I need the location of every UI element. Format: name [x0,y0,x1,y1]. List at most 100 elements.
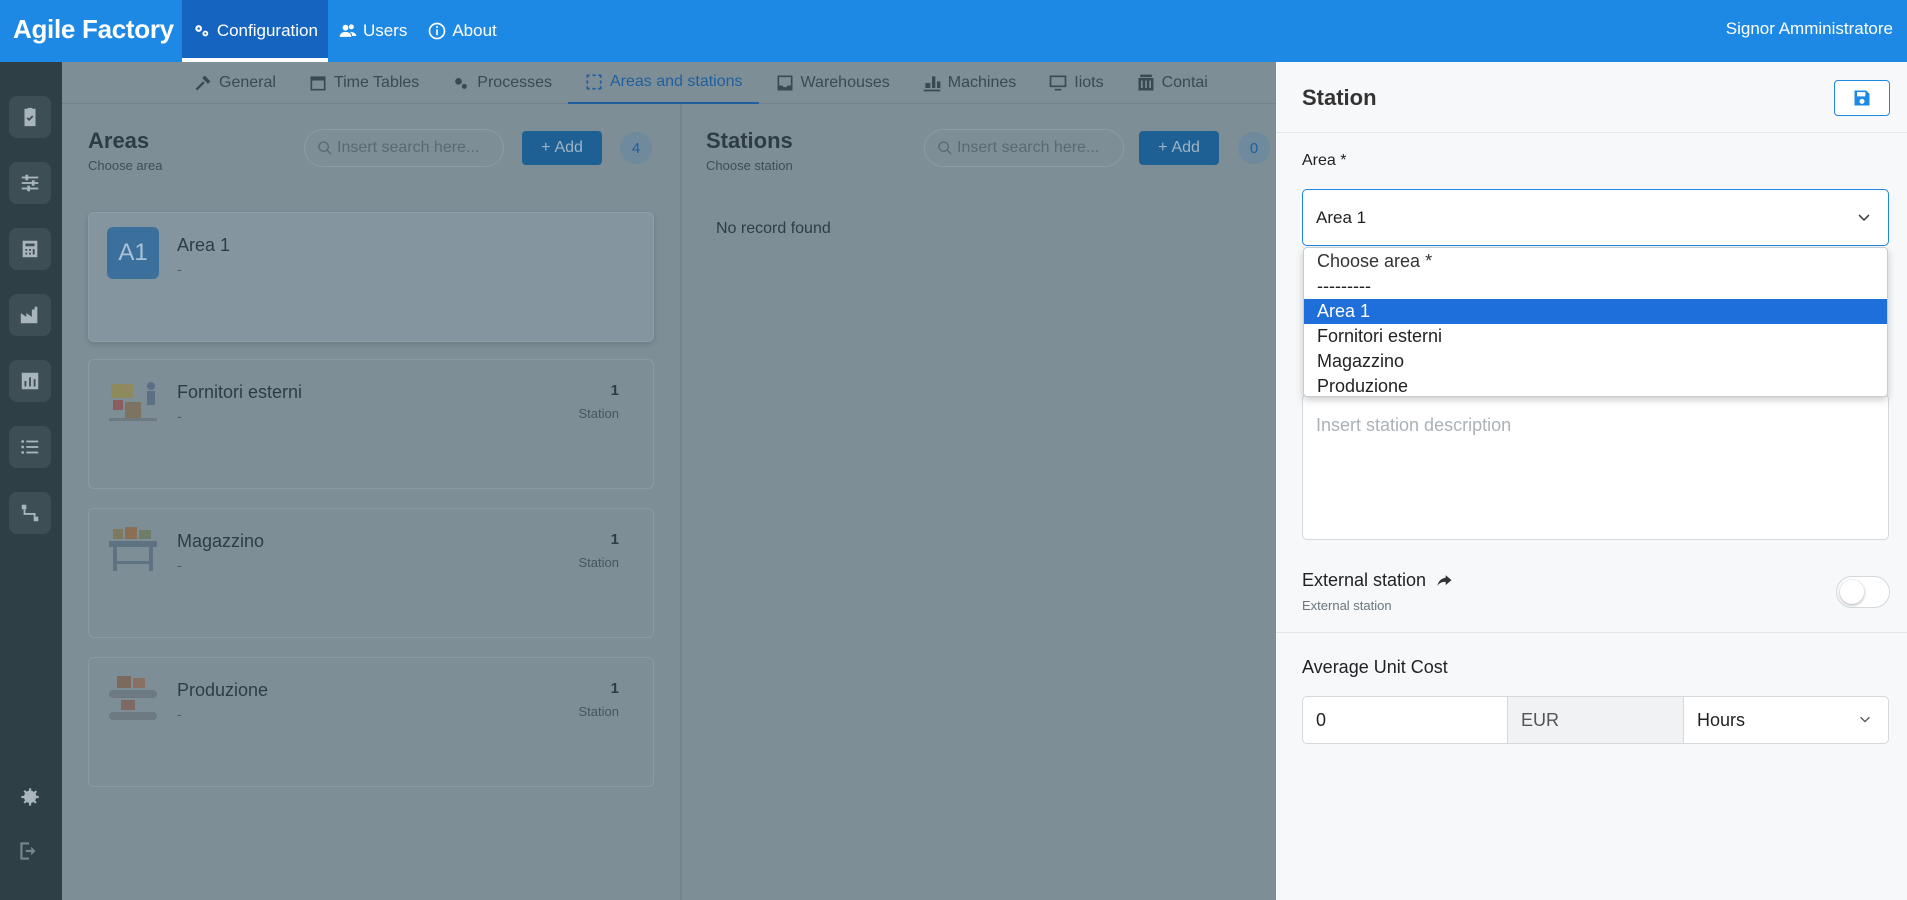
area-field-label: Area * [1302,152,1347,169]
sidebar-workflow[interactable] [9,492,51,534]
stations-count-badge: 0 [1238,132,1270,164]
container-icon [1138,74,1154,90]
area-name: Produzione [177,680,269,700]
area-option-selected[interactable]: Area 1 [1304,299,1887,324]
area-select-value: Area 1 [1316,207,1367,227]
workbench-icon [109,527,157,571]
station-count: 1 [610,382,619,399]
sidebar-production[interactable] [9,228,51,270]
cost-value-input[interactable]: 0 [1303,697,1508,743]
area-option[interactable]: Produzione [1304,374,1887,399]
sidebar-factory[interactable] [9,294,51,336]
area-avatar: A1 [107,227,159,279]
plus-icon: + [541,139,551,156]
add-station-button[interactable]: + Add [1139,131,1219,165]
user-menu[interactable]: Signor Amministratore [1726,0,1907,62]
stations-search-placeholder: Insert search here... [957,139,1100,156]
sidebar-planning[interactable] [9,162,51,204]
save-button[interactable] [1834,80,1890,116]
area-card[interactable]: Produzione - 1 Station [88,657,654,787]
average-unit-cost-title: Average Unit Cost [1302,657,1448,677]
nav-users[interactable]: Users [328,0,417,62]
areas-search-input[interactable]: Insert search here... [304,129,504,167]
warehouse-shelf-icon [109,382,157,421]
tab-warehouses[interactable]: Warehouses [759,62,906,104]
add-area-button[interactable]: + Add [522,131,602,165]
station-count-label: Station [578,406,619,421]
add-station-label: Add [1171,139,1200,156]
gears-icon [455,77,468,89]
tab-containers-label: Contai [1161,73,1208,91]
section-divider [1276,632,1907,633]
tab-areas-and-stations[interactable]: Areas and stations [568,62,759,104]
monitor-icon [1049,75,1067,90]
area-description: - [177,557,182,573]
stations-title: Stations [706,128,793,153]
tab-processes-label: Processes [477,73,552,91]
station-description-textarea[interactable]: Insert station description [1302,394,1889,540]
info-icon [429,22,446,40]
area-card[interactable]: Magazzino - 1 Station [88,508,654,638]
area-option[interactable]: Choose area * [1304,249,1887,274]
tools-icon [195,75,211,90]
app-title[interactable]: Agile Factory [0,0,182,62]
areas-search-placeholder: Insert search here... [337,139,480,156]
unit-select[interactable]: Hours [1684,697,1888,743]
area-option[interactable]: Fornitori esterni [1304,324,1887,349]
list-icon [21,440,39,454]
area-name: Magazzino [177,531,265,551]
left-sidebar [0,62,62,900]
station-drawer: Station Area * Area 1 Insert station des… [1276,62,1907,900]
area-option[interactable]: Magazzino [1304,349,1887,374]
area-option[interactable]: --------- [1304,274,1887,299]
nav-about[interactable]: About [417,0,506,62]
tab-machines[interactable]: Machines [906,62,1032,104]
sidebar-analytics[interactable] [9,360,51,402]
tab-general-label: General [219,73,276,91]
station-count-label: Station [578,704,619,719]
tab-areas-and-stations-label: Areas and stations [610,72,743,90]
tab-processes[interactable]: Processes [435,62,568,104]
calendar-icon [310,75,326,90]
conveyor-icon [109,676,157,720]
tab-time-tables[interactable]: Time Tables [292,62,435,104]
station-count-label: Station [578,555,619,570]
area-card[interactable]: A1 Area 1 - [88,212,654,342]
station-count: 1 [610,680,619,697]
users-icon [339,24,357,37]
sidebar-list[interactable] [9,426,51,468]
search-icon [938,141,952,155]
floppy-disk-icon [1854,90,1870,106]
area-description: - [177,408,182,424]
areas-subtitle: Choose area [88,158,163,173]
drawer-title: Station [1302,85,1377,110]
chevron-down-icon [1858,214,1870,222]
search-icon [318,141,332,155]
sidebar-logout[interactable] [14,836,44,866]
stations-header: Stations Choose station [706,128,793,173]
tab-iiots[interactable]: Iiots [1032,62,1119,104]
area-select[interactable]: Area 1 [1302,189,1889,246]
toggle-knob [1840,580,1864,604]
station-count: 1 [610,531,619,548]
areas-header: Areas Choose area [88,128,162,173]
sidebar-orders[interactable] [9,96,51,138]
currency-addon: EUR [1508,697,1684,743]
cost-input-group: 0 EUR Hours [1302,696,1889,744]
tab-time-tables-label: Time Tables [333,73,420,91]
external-station-toggle[interactable] [1836,576,1890,608]
sidebar-settings[interactable] [14,782,44,812]
tab-containers[interactable]: Contai [1120,62,1224,104]
stations-search-input[interactable]: Insert search here... [924,129,1124,167]
nav-configuration[interactable]: Configuration [181,0,328,62]
tab-general[interactable]: General [177,62,292,104]
area-description: - [177,706,182,722]
external-station-sub: External station [1302,598,1392,613]
unit-select-value: Hours [1697,709,1746,730]
gear-icon [21,788,39,806]
area-dropdown-list: Choose area * --------- Area 1 Fornitori… [1303,247,1888,397]
main-content: General Time Tables Processes Areas and … [62,62,1276,900]
add-area-label: Add [554,139,583,156]
chart-bar-icon [21,372,39,390]
area-card[interactable]: Fornitori esterni - 1 Station [88,359,654,489]
